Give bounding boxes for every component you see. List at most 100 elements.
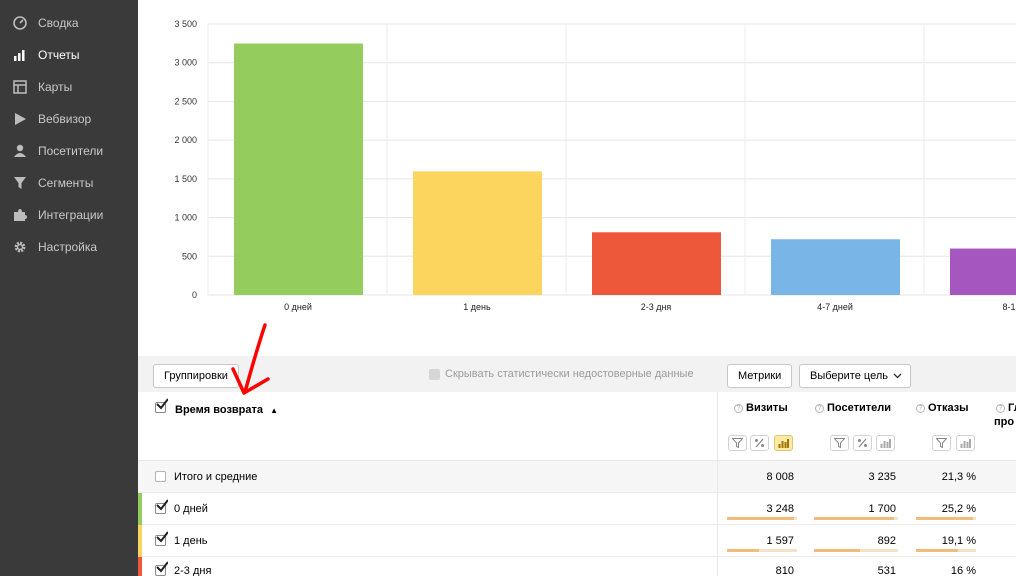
metric-header-label: Визиты — [746, 402, 788, 414]
sidebar-item-settings[interactable]: Настройка — [0, 235, 138, 259]
row-checkbox[interactable] — [155, 471, 166, 482]
bar-3 — [771, 239, 900, 295]
percent-icon — [755, 438, 764, 448]
cell-visits: 1 597 — [766, 535, 794, 547]
bar-chart-icon — [778, 439, 789, 448]
chart-toggle-button[interactable] — [774, 435, 793, 451]
funnel-icon — [14, 177, 26, 189]
funnel-icon — [936, 438, 947, 448]
percent-button[interactable] — [853, 435, 872, 451]
metric-header-depth-line2: про — [994, 416, 1015, 428]
y-tick-label: 3 000 — [174, 58, 197, 68]
y-tick-label: 2 500 — [174, 96, 197, 106]
cell-bounces: 16 % — [950, 565, 976, 576]
help-icon[interactable]: ? — [815, 404, 824, 413]
table-row[interactable]: 2-3 дня 810 531 16 % — [138, 557, 1016, 576]
sidebar-item-visitors[interactable]: Посетители — [0, 139, 138, 163]
metric-header-label: Посетители — [827, 402, 891, 414]
sidebar-item-label: Отчеты — [38, 48, 80, 62]
visitors-bar — [814, 549, 898, 552]
table-row[interactable]: 1 день 1 597 892 19,1 % — [138, 525, 1016, 557]
chart-toggle-button[interactable] — [876, 435, 895, 451]
chevron-down-icon — [893, 373, 902, 379]
row-label: Итого и средние — [174, 471, 258, 483]
row-color-marker — [138, 493, 142, 525]
dimension-header[interactable]: Время возврата ▲ — [175, 404, 278, 416]
percent-button[interactable] — [750, 435, 769, 451]
sidebar-item-integrations[interactable]: Интеграции — [0, 203, 138, 227]
select-all-checkbox[interactable] — [155, 398, 168, 413]
gear-icon — [14, 241, 26, 253]
goal-select-label: Выберите цель — [810, 370, 888, 382]
sidebar-item-maps[interactable]: Карты — [0, 75, 138, 99]
check-icon — [156, 561, 168, 573]
report-table: Время возврата ▲ ? Визиты ? Посетители ?… — [138, 392, 1016, 576]
x-tick-label: 2-3 дня — [641, 302, 672, 312]
dashboard-icon — [13, 16, 27, 30]
row-checkbox[interactable] — [155, 499, 168, 514]
hide-unreliable-toggle[interactable]: Скрывать статистически недостоверные дан… — [429, 368, 694, 380]
cell-bounces: 25,2 % — [941, 503, 976, 515]
bounces-bar — [916, 517, 976, 520]
grouping-button[interactable]: Группировки — [153, 364, 239, 388]
row-label: 2-3 дня — [174, 565, 212, 576]
cell-visits: 8 008 — [766, 471, 794, 483]
visits-bar — [727, 517, 797, 520]
map-icon — [13, 80, 27, 94]
hide-unreliable-checkbox[interactable] — [429, 368, 440, 380]
bounces-bar-fill — [916, 517, 973, 520]
sidebar-item-label: Сегменты — [38, 176, 94, 190]
table-row[interactable]: 0 дней 3 248 1 700 25,2 % — [138, 493, 1016, 525]
cell-visitors: 892 — [877, 535, 896, 547]
metrics-button[interactable]: Метрики — [727, 364, 793, 388]
bar-chart-icon — [14, 50, 25, 61]
chart-toggle-button[interactable] — [956, 435, 975, 451]
filter-button[interactable] — [932, 435, 951, 451]
puzzle-icon — [14, 209, 27, 221]
goal-select[interactable]: Выберите цель — [799, 364, 911, 388]
help-icon[interactable]: ? — [916, 404, 925, 413]
cell-visits: 3 248 — [766, 503, 794, 515]
x-tick-label: 0 дней — [284, 302, 312, 312]
user-icon — [14, 144, 26, 157]
sidebar-item-dashboard[interactable]: Сводка — [0, 11, 138, 35]
bounces-bar-fill — [916, 549, 958, 552]
check-icon — [156, 531, 168, 543]
check-icon — [156, 398, 168, 410]
visits-bar-fill — [727, 517, 794, 520]
metric-header-depth[interactable]: ? Гл — [996, 402, 1016, 414]
x-tick-label: 1 день — [463, 302, 491, 312]
y-tick-label: 3 500 — [174, 19, 197, 29]
metric-header-label: Гл — [1008, 402, 1016, 414]
row-checkbox[interactable] — [155, 531, 168, 546]
cell-visitors: 531 — [877, 565, 896, 576]
metric-header-visits[interactable]: ? Визиты — [734, 402, 788, 414]
help-icon[interactable]: ? — [996, 404, 1005, 413]
sidebar-item-webvisor[interactable]: Вебвизор — [0, 107, 138, 131]
table-row-total[interactable]: Итого и средние 8 008 3 235 21,3 % — [138, 461, 1016, 493]
sidebar-item-segments[interactable]: Сегменты — [0, 171, 138, 195]
bar-chart-icon — [960, 439, 971, 448]
visits-bar — [727, 549, 797, 552]
filter-button[interactable] — [728, 435, 747, 451]
x-tick-label: 8-15 , — [1002, 302, 1016, 312]
bar-4 — [950, 248, 1016, 295]
filter-button[interactable] — [830, 435, 849, 451]
sidebar-item-label: Карты — [38, 80, 73, 94]
y-tick-label: 2 000 — [174, 135, 197, 145]
dimension-header-label: Время возврата — [175, 404, 264, 416]
sidebar-item-label: Сводка — [38, 16, 79, 30]
visitors-bar-fill — [814, 549, 861, 552]
row-color-marker — [138, 557, 142, 576]
bar-chart-icon — [880, 439, 891, 448]
metric-header-visitors[interactable]: ? Посетители — [815, 402, 891, 414]
visits-bar-fill — [727, 549, 759, 552]
sort-asc-icon[interactable]: ▲ — [270, 406, 278, 415]
row-checkbox[interactable] — [155, 561, 168, 576]
metric-header-bounces[interactable]: ? Отказы — [916, 402, 969, 414]
sidebar-item-reports[interactable]: Отчеты — [0, 43, 138, 67]
help-icon[interactable]: ? — [734, 404, 743, 413]
bar-2 — [592, 232, 721, 295]
sidebar: Сводка Отчеты Карты Вебвизор Посетители … — [0, 0, 138, 576]
bounces-bar — [916, 549, 976, 552]
